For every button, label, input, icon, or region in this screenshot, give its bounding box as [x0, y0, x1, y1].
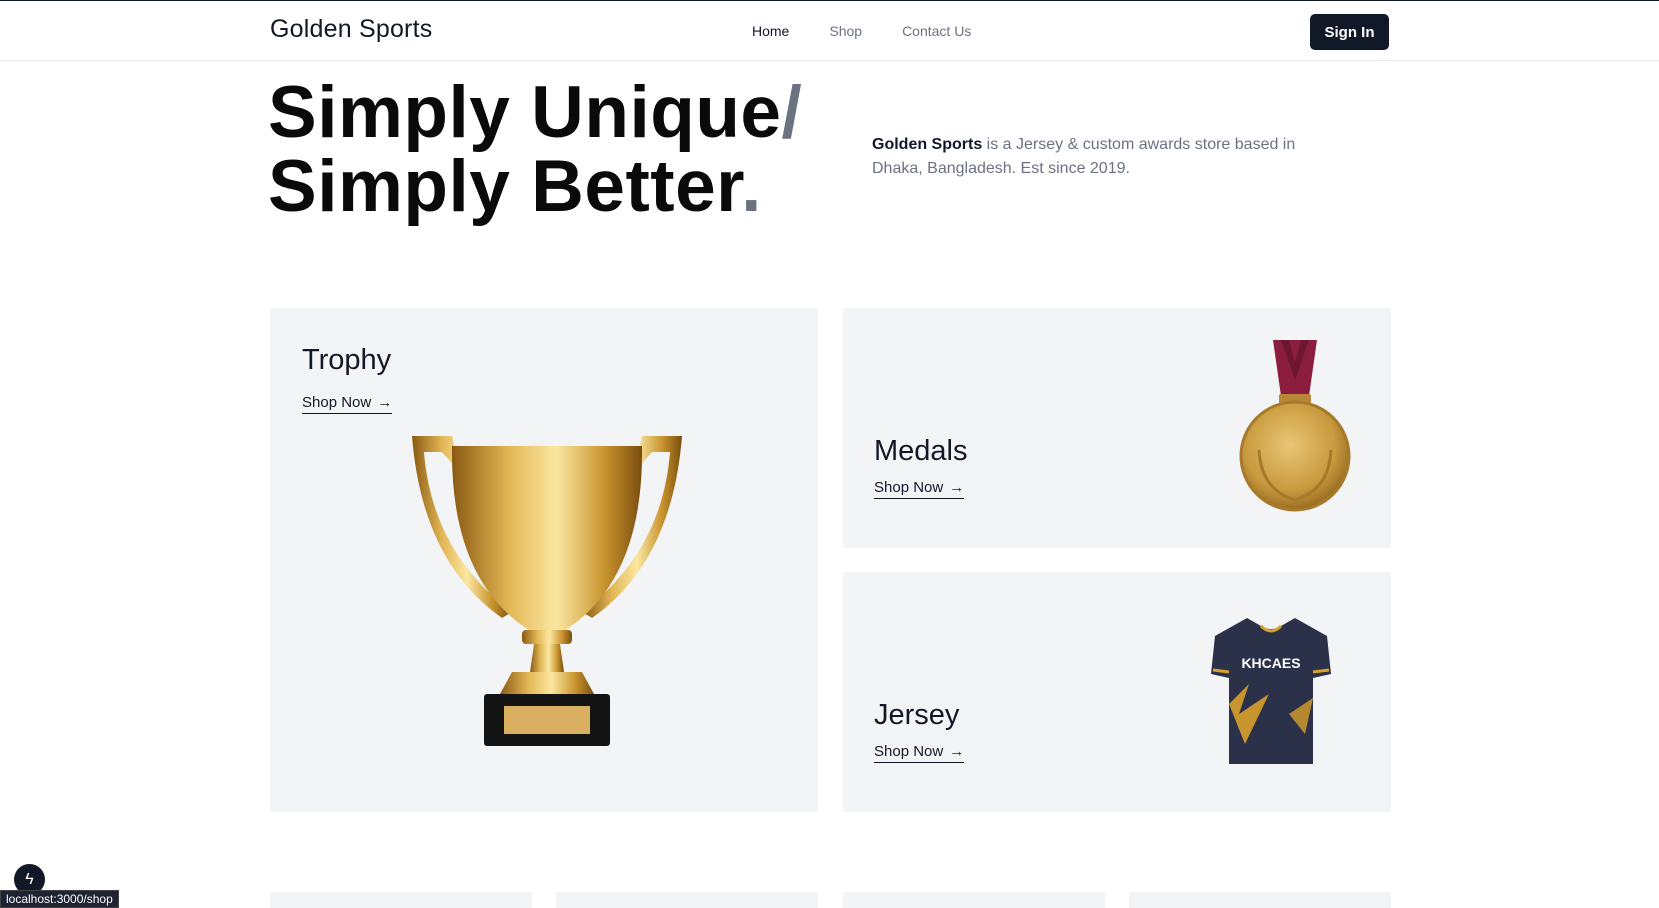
brand-logo[interactable]: Golden Sports — [270, 15, 432, 44]
nav-shop[interactable]: Shop — [829, 23, 862, 39]
product-card-preview[interactable] — [843, 892, 1105, 908]
hero-description: Golden Sports is a Jersey & custom award… — [872, 133, 1332, 181]
shop-now-label: Shop Now — [874, 743, 944, 760]
card-title-medals: Medals — [874, 435, 968, 467]
arrow-right-icon: → — [377, 394, 393, 411]
category-card-medals[interactable]: Medals Shop Now → — [843, 308, 1391, 548]
site-header: Golden Sports Home Shop Contact Us Sign … — [0, 1, 1659, 61]
medal-image — [1239, 340, 1351, 512]
hero-desc-brand: Golden Sports — [872, 136, 983, 153]
hero-line-2: Simply Better — [268, 146, 742, 227]
main-nav: Home Shop Contact Us — [752, 23, 971, 39]
arrow-right-icon: → — [949, 743, 965, 760]
arrow-right-icon: → — [949, 479, 965, 496]
product-card-preview[interactable] — [270, 892, 532, 908]
shop-now-label: Shop Now — [302, 394, 372, 411]
shop-now-link-jersey[interactable]: Shop Now → — [874, 743, 965, 763]
jersey-print-text: KHCAES — [1241, 655, 1300, 671]
product-card-preview[interactable] — [556, 892, 818, 908]
card-title-trophy: Trophy — [302, 344, 392, 376]
hero-title: Simply Unique/ Simply Better. — [268, 76, 802, 224]
hero-line-1: Simply Unique — [268, 72, 782, 153]
hero-slash: / — [781, 72, 803, 153]
status-bar-url: localhost:3000/shop — [0, 890, 119, 908]
nav-contact-us[interactable]: Contact Us — [902, 23, 971, 39]
card-title-jersey: Jersey — [874, 699, 960, 731]
shop-now-link-medals[interactable]: Shop Now → — [874, 479, 965, 499]
sign-in-button[interactable]: Sign In — [1310, 14, 1389, 50]
category-card-trophy[interactable]: Trophy Shop Now → — [270, 308, 818, 812]
hero-period: . — [741, 146, 762, 227]
jersey-image: KHCAES — [1211, 618, 1331, 764]
shop-now-link-trophy[interactable]: Shop Now → — [302, 394, 393, 414]
trophy-image — [412, 436, 682, 746]
shop-now-label: Shop Now — [874, 479, 944, 496]
product-card-preview[interactable] — [1129, 892, 1391, 908]
nav-home[interactable]: Home — [752, 23, 789, 39]
category-card-jersey[interactable]: Jersey Shop Now → KHCAES — [843, 572, 1391, 812]
